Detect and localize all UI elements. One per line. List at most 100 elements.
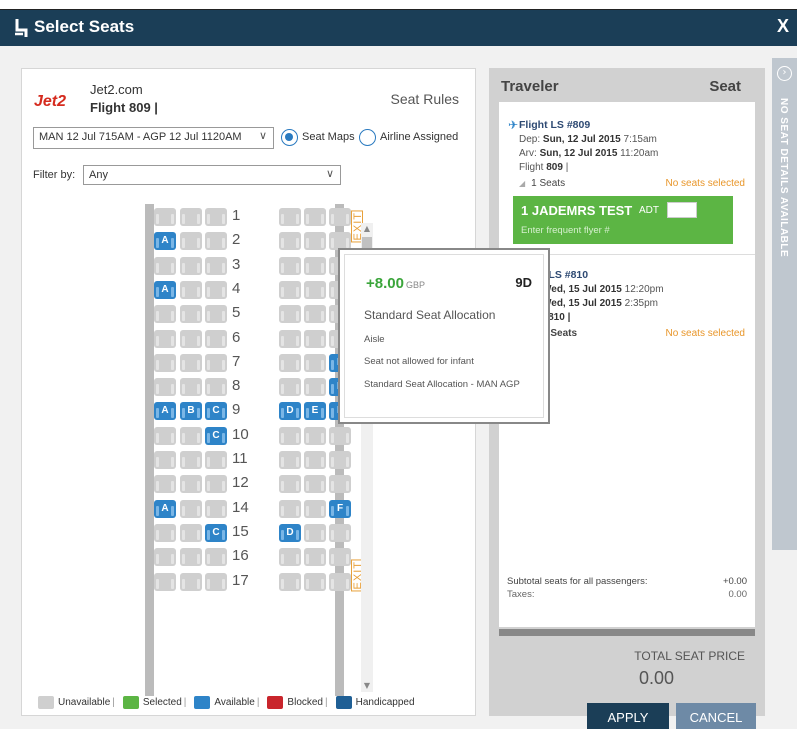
arv-time: 2:35pm bbox=[624, 298, 658, 309]
arrow-right-icon[interactable]: › bbox=[777, 66, 792, 81]
seat-available[interactable]: C bbox=[205, 402, 227, 421]
flight2-seats[interactable]: 1 Seats No seats selected bbox=[542, 328, 745, 339]
route-select-value: MAN 12 Jul 715AM - AGP 12 Jul 1120AM bbox=[39, 131, 242, 143]
subtotal-value: +0.00 bbox=[722, 576, 747, 587]
seat-unavailable bbox=[279, 426, 301, 445]
seat-icon bbox=[15, 19, 28, 37]
seat-unavailable bbox=[205, 353, 227, 372]
seat-allocation: Standard Seat Allocation - MAN AGP bbox=[364, 379, 520, 390]
scroll-down-icon[interactable]: ▼ bbox=[361, 680, 373, 692]
seat-unavailable bbox=[180, 451, 202, 469]
seat-available[interactable]: C bbox=[205, 523, 227, 542]
flight-label: Flight bbox=[519, 162, 544, 173]
seat-unavailable bbox=[154, 548, 176, 567]
seat-unavailable bbox=[180, 329, 202, 348]
seat-rules-link[interactable]: Seat Rules bbox=[391, 91, 459, 107]
seat-available[interactable]: A bbox=[154, 232, 176, 251]
seat-unavailable bbox=[205, 451, 227, 469]
seat-available[interactable]: D bbox=[279, 523, 301, 542]
airline-assigned-radio[interactable]: Airline Assigned bbox=[359, 127, 458, 147]
seat-unavailable bbox=[279, 280, 301, 299]
modal-body: Jet2 Jet2.com Flight 809 | Seat Rules MA… bbox=[0, 46, 797, 729]
arv-date: Wed, 15 Jul 2015 bbox=[542, 298, 622, 309]
apply-button[interactable]: APPLY bbox=[587, 703, 669, 729]
seat-unavailable bbox=[154, 305, 176, 324]
route-select[interactable]: MAN 12 Jul 715AM - AGP 12 Jul 1120AM ∨ bbox=[33, 127, 274, 149]
seat-unavailable bbox=[329, 523, 351, 542]
filter-select[interactable]: Any ∨ bbox=[83, 165, 341, 185]
seat-unavailable bbox=[154, 572, 176, 591]
unavailable-swatch bbox=[38, 695, 54, 709]
seat-maps-label: Seat Maps bbox=[302, 131, 355, 143]
seat-unavailable bbox=[205, 548, 227, 567]
collapse-icon[interactable]: ◢ bbox=[519, 179, 525, 188]
seat-details-text: NO SEAT DETAILS AVAILABLE bbox=[778, 98, 789, 258]
taxes-value: 0.00 bbox=[728, 589, 748, 600]
scroll-up-icon[interactable]: ▲ bbox=[361, 223, 373, 235]
seat-unavailable bbox=[180, 548, 202, 567]
seat-tooltip: +8.00 GBP 9D Standard Seat Allocation Ais… bbox=[338, 248, 550, 424]
chevron-down-icon: ∨ bbox=[325, 168, 334, 180]
seat-unavailable bbox=[304, 451, 326, 469]
frequent-flyer-input[interactable]: Enter frequent flyer # bbox=[521, 225, 610, 236]
seat-restriction: Seat not allowed for infant bbox=[364, 356, 474, 367]
dep-date: Wed, 15 Jul 2015 bbox=[542, 284, 622, 295]
card-footer-bar bbox=[499, 629, 755, 636]
cabin-wall-left bbox=[145, 204, 154, 696]
filter-label: Filter by: bbox=[33, 169, 76, 181]
flight1-seats[interactable]: ◢ 1 Seats No seats selected bbox=[519, 178, 745, 189]
flight2-arv: Wed, 15 Jul 2015 2:35pm bbox=[542, 298, 658, 309]
arv-date: Sun, 12 Jul 2015 bbox=[539, 148, 618, 159]
seat-unavailable bbox=[329, 572, 351, 591]
seat-details-tab[interactable]: › NO SEAT DETAILS AVAILABLE bbox=[772, 58, 797, 550]
row-number: 5 bbox=[232, 304, 241, 322]
seat-available[interactable]: E bbox=[304, 402, 326, 421]
row-number: 16 bbox=[232, 547, 249, 565]
flight1-number: Flight 809 | bbox=[519, 162, 568, 173]
flight-number: Flight 809 | bbox=[90, 100, 158, 115]
seat-available[interactable]: D bbox=[279, 402, 301, 421]
seat-available[interactable]: A bbox=[154, 280, 176, 299]
flight1-title: Flight LS #809 bbox=[519, 119, 591, 131]
seat-unavailable bbox=[304, 499, 326, 518]
seat-box[interactable] bbox=[667, 202, 697, 218]
seat-unavailable bbox=[279, 232, 301, 251]
legend-handicapped: Handicapped bbox=[355, 696, 415, 708]
filter-select-value: Any bbox=[89, 169, 108, 181]
cancel-button[interactable]: CANCEL bbox=[676, 703, 756, 729]
seat-unavailable bbox=[180, 572, 202, 591]
seat-unavailable bbox=[304, 548, 326, 567]
taxes-row: Taxes: 0.00 bbox=[507, 589, 747, 600]
seat-unavailable bbox=[180, 499, 202, 518]
seat-legend: Unavailable | Selected | Available | Blo… bbox=[32, 693, 415, 711]
seat-unavailable bbox=[279, 499, 301, 518]
seat-unavailable bbox=[304, 572, 326, 591]
airline-assigned-label: Airline Assigned bbox=[380, 131, 459, 143]
seat-unavailable bbox=[154, 523, 176, 542]
seat-unavailable bbox=[205, 499, 227, 518]
seat-available[interactable]: C bbox=[205, 426, 227, 445]
row-number: 6 bbox=[232, 328, 241, 346]
seat-available[interactable]: A bbox=[154, 402, 176, 421]
traveler-row[interactable]: 1 JADEMRS TEST ADT Enter frequent flyer … bbox=[513, 196, 733, 244]
chevron-down-icon: ∨ bbox=[258, 130, 267, 142]
dep-date: Sun, 12 Jul 2015 bbox=[542, 134, 621, 145]
taxes-label: Taxes: bbox=[507, 589, 535, 600]
flight1-dep: Dep: Sun, 12 Jul 2015 7:15am bbox=[519, 134, 657, 145]
seat-unavailable bbox=[279, 208, 301, 226]
selected-swatch bbox=[122, 695, 139, 709]
seat-available[interactable]: B bbox=[180, 402, 202, 421]
row-number: 10 bbox=[232, 425, 249, 443]
seat-unavailable bbox=[304, 353, 326, 372]
row-number: 4 bbox=[232, 279, 241, 297]
seat-available[interactable]: F bbox=[329, 499, 351, 518]
seat-unavailable bbox=[180, 208, 202, 226]
seat-maps-radio[interactable]: Seat Maps bbox=[281, 127, 355, 147]
top-border bbox=[0, 0, 797, 10]
dep-label: Dep: bbox=[519, 134, 541, 145]
seat-available[interactable]: A bbox=[154, 499, 176, 518]
close-icon[interactable]: X bbox=[777, 16, 789, 37]
price-value: +8.00 bbox=[366, 275, 404, 292]
seat-unavailable bbox=[205, 232, 227, 251]
flight-no: 809 bbox=[546, 162, 563, 173]
